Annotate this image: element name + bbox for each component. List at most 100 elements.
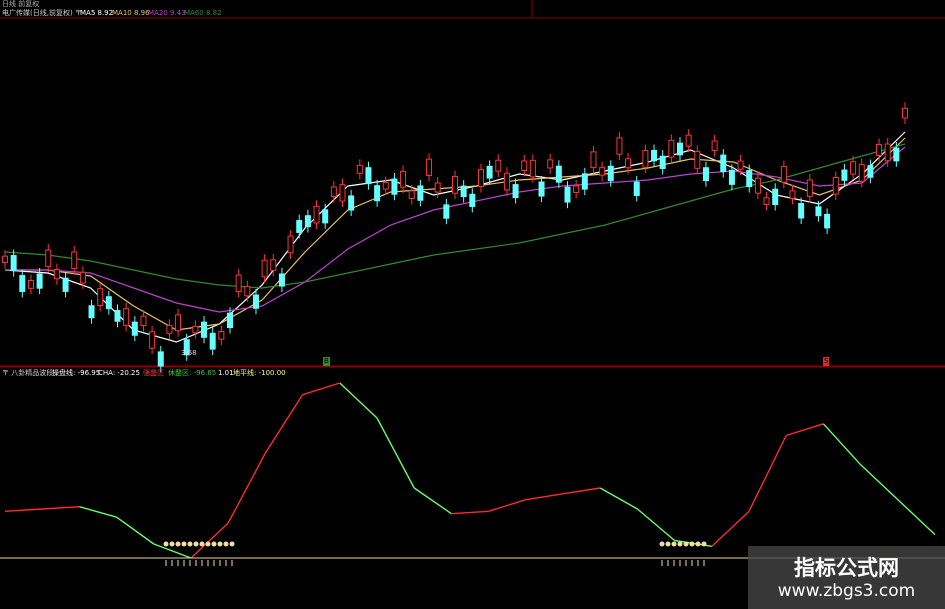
- candle-body: [850, 161, 857, 175]
- candle-body: [590, 151, 597, 169]
- candle-body: [789, 190, 796, 199]
- candle-body: [902, 107, 908, 119]
- candle-body: [157, 351, 164, 367]
- watermark-url: www.zbgs3.com: [777, 581, 916, 601]
- candle-body: [685, 134, 692, 147]
- candle-body: [209, 332, 216, 350]
- candle-body: [131, 321, 138, 336]
- candle-body: [555, 165, 562, 183]
- candle-body: [252, 294, 259, 309]
- candle-body: [780, 166, 787, 183]
- candle-body: [477, 169, 484, 187]
- candle-body: [244, 286, 251, 297]
- oscillator-segment: [4, 508, 43, 513]
- signal-dot: [677, 541, 683, 547]
- signal-dot: [187, 541, 193, 547]
- signal-dot: [665, 541, 671, 547]
- candle-body: [720, 154, 727, 173]
- candle-body: [824, 213, 831, 229]
- signal-dot: [683, 541, 689, 547]
- candle-body: [71, 251, 78, 270]
- candle-body: [201, 321, 208, 338]
- candle-body: [625, 158, 632, 169]
- candle-body: [278, 273, 285, 287]
- signal-dot: [217, 541, 223, 547]
- candle-body: [832, 176, 839, 195]
- watermark-box: 指标公式网 www.zbgs3.com: [748, 546, 945, 609]
- candle-body: [45, 249, 52, 267]
- candle-body: [547, 159, 554, 169]
- indicator-name: 〒 八卦精品波段: [2, 369, 54, 377]
- oscillator-segment: [116, 516, 155, 545]
- candle-body: [503, 172, 510, 191]
- candle-body: [469, 193, 476, 207]
- candle-body: [616, 137, 623, 155]
- oscillator-segment: [413, 487, 452, 515]
- oscillator-segment: [264, 394, 304, 454]
- candle-body: [452, 176, 458, 194]
- candle-body: [2, 255, 8, 264]
- candle-body: [27, 280, 34, 289]
- candle-body: [79, 271, 86, 284]
- candle-body: [815, 206, 822, 217]
- candle-body: [313, 205, 320, 224]
- candle-body: [330, 186, 337, 197]
- indicator-label-2: CHA: -20.25: [98, 369, 140, 377]
- buy-badge: B: [323, 357, 330, 366]
- candle-body: [322, 209, 329, 224]
- signal-dot: [163, 541, 169, 547]
- candle-body: [573, 185, 580, 193]
- candle-body: [581, 173, 588, 190]
- candle-body: [123, 308, 130, 326]
- signal-dot: [205, 541, 211, 547]
- candle-body: [235, 274, 242, 292]
- candle-body: [702, 167, 709, 182]
- candle-body: [858, 164, 865, 182]
- candle-body: [633, 181, 640, 196]
- candle-body: [97, 288, 104, 307]
- signal-dot: [193, 541, 199, 547]
- candle-body: [746, 170, 753, 188]
- candle-body: [659, 155, 666, 169]
- ma20-label: MA20 9.43: [148, 9, 186, 17]
- ma-line-ma5: [4, 131, 906, 343]
- oscillator-segment: [339, 382, 378, 419]
- signal-dot: [199, 541, 205, 547]
- oscillator-segment: [748, 435, 787, 512]
- candle-body: [88, 305, 95, 319]
- candle-body: [694, 151, 701, 169]
- candle-body: [400, 170, 407, 188]
- low-price-marker: 3.68: [181, 349, 197, 357]
- oscillator-segment: [636, 508, 676, 542]
- signal-dot: [659, 541, 665, 547]
- chart-window: 日线 前复权 电广传媒(日线,前复权) 〒 MA5 8.92 MA10 8.96…: [0, 0, 945, 609]
- candle-body: [374, 185, 381, 202]
- candle-body: [408, 190, 415, 199]
- oscillator-segment: [785, 423, 824, 437]
- candle-body: [599, 167, 606, 176]
- candle-body: [62, 277, 69, 292]
- candle-body: [754, 177, 761, 194]
- oscillator-segment: [599, 487, 638, 510]
- candle-body: [382, 182, 389, 190]
- candle-body: [668, 139, 675, 158]
- signal-dot: [701, 541, 707, 547]
- candle-body: [19, 275, 26, 292]
- oscillator-segment: [79, 505, 117, 518]
- candle-body: [227, 312, 233, 328]
- oscillator-segment: [562, 487, 601, 495]
- signal-dot: [175, 541, 181, 547]
- candle-body: [495, 159, 502, 172]
- oscillator-segment: [190, 522, 229, 559]
- candle-body: [304, 215, 311, 228]
- candle-body: [10, 255, 17, 272]
- candle-body: [841, 169, 848, 181]
- ma60-label: MA60 8.82: [184, 9, 222, 17]
- candle-body: [391, 178, 398, 195]
- candle-body: [884, 143, 891, 162]
- candle-body: [434, 182, 441, 193]
- candle-body: [876, 143, 883, 156]
- header-line-1: 日线 前复权: [2, 0, 40, 8]
- candle-body: [443, 204, 450, 219]
- candle-body: [798, 203, 805, 219]
